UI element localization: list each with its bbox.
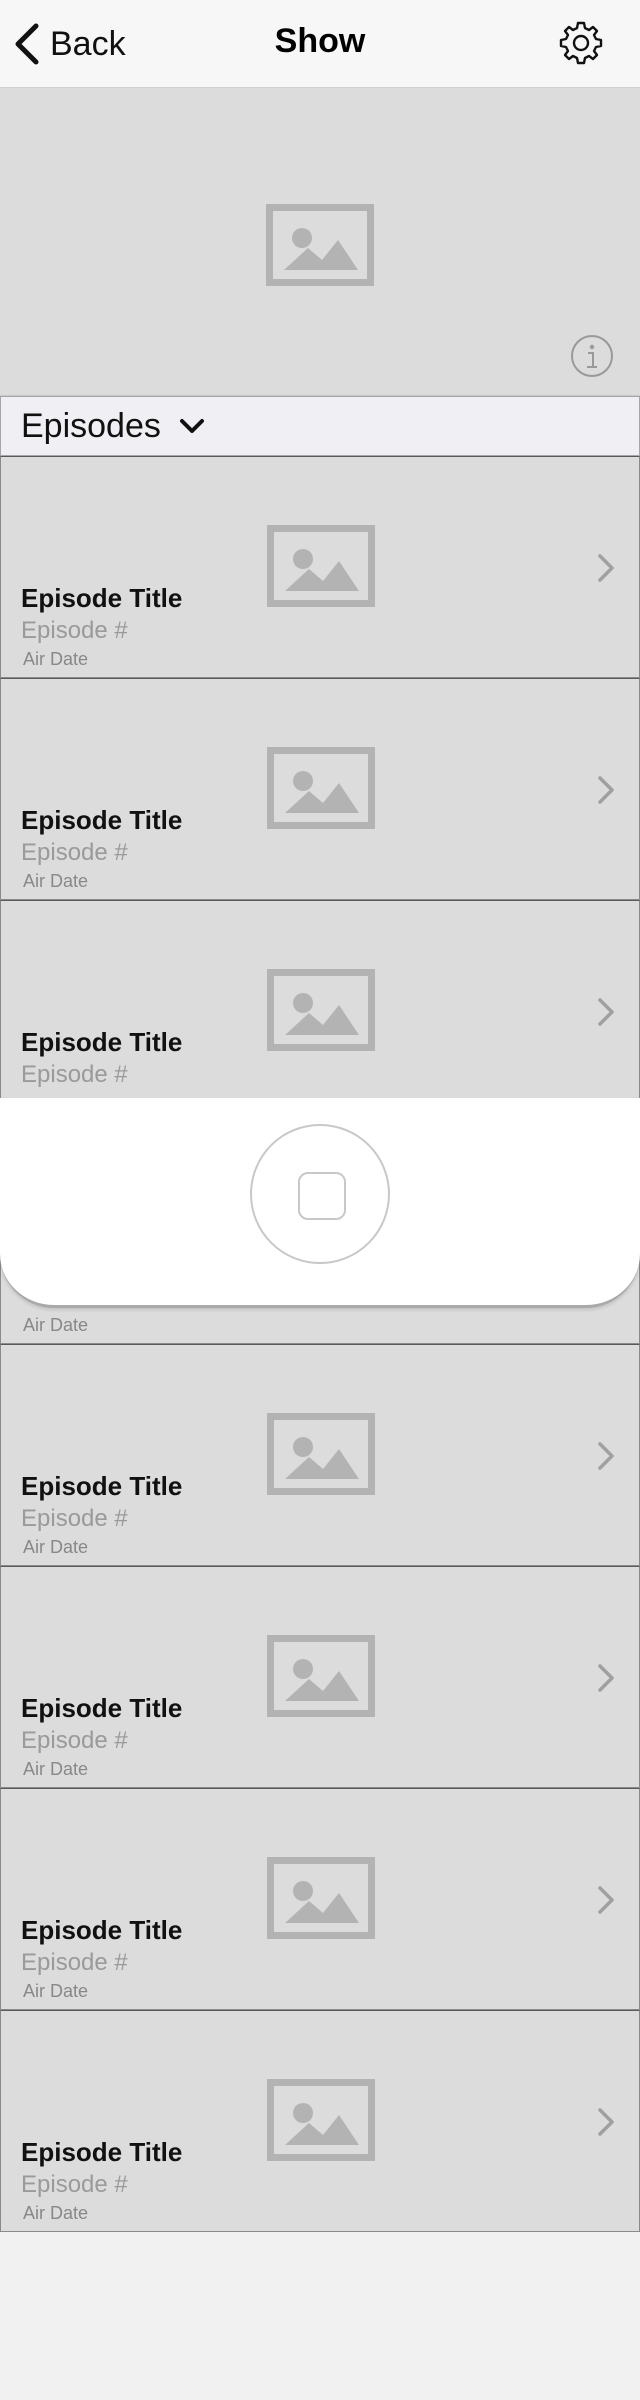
episode-number: Episode #	[21, 2171, 128, 2198]
episode-number: Episode #	[21, 1505, 128, 1532]
episode-title: Episode Title	[21, 583, 183, 613]
episode-row[interactable]: Episode Title Episode # Air Date	[0, 1344, 640, 1566]
image-placeholder-icon	[267, 2079, 375, 2161]
episode-row[interactable]: Episode Title Episode # Air Date	[0, 456, 640, 678]
episodes-dropdown[interactable]: Episodes	[0, 396, 640, 456]
chevron-right-icon	[598, 1664, 614, 1692]
episode-row[interactable]: Episode Title Episode # Air Date	[0, 1566, 640, 1788]
episode-number: Episode #	[21, 1727, 128, 1754]
episode-air-date: Air Date	[23, 1315, 89, 1335]
home-square-glyph	[298, 1172, 346, 1220]
image-placeholder-icon	[267, 1635, 375, 1717]
show-hero-image	[0, 88, 640, 396]
info-icon[interactable]	[570, 334, 614, 378]
episode-title: Episode Title	[21, 1471, 183, 1501]
home-button-icon[interactable]	[250, 1124, 390, 1264]
chevron-left-icon	[15, 23, 39, 65]
image-placeholder-icon	[267, 747, 375, 829]
episode-title: Episode Title	[21, 805, 183, 835]
episode-title: Episode Title	[21, 1693, 183, 1723]
episode-row[interactable]: Episode Title Episode #	[0, 900, 640, 1122]
episode-number: Episode #	[21, 617, 128, 644]
episode-row[interactable]: Episode Title Episode # Air Date	[0, 678, 640, 900]
back-button[interactable]: Back	[12, 18, 126, 70]
episode-air-date: Air Date	[23, 2203, 89, 2223]
episode-number: Episode #	[21, 1949, 128, 1976]
episode-title: Episode Title	[21, 1027, 183, 1057]
image-placeholder-icon	[267, 1857, 375, 1939]
section-title: Episodes	[21, 406, 161, 445]
chevron-right-icon	[598, 554, 614, 582]
chevron-right-icon	[598, 1442, 614, 1470]
chevron-right-icon	[598, 1886, 614, 1914]
image-placeholder-icon	[266, 204, 374, 286]
chevron-down-icon	[179, 419, 204, 433]
episode-number: Episode #	[21, 1061, 128, 1088]
episode-air-date: Air Date	[23, 649, 89, 669]
chevron-right-icon	[598, 2108, 614, 2136]
episode-title: Episode Title	[21, 2137, 183, 2167]
episode-air-date: Air Date	[23, 1759, 89, 1779]
image-placeholder-icon	[267, 969, 375, 1051]
episode-air-date: Air Date	[23, 1981, 89, 2001]
episode-title: Episode Title	[21, 1915, 183, 1945]
episode-air-date: Air Date	[23, 871, 89, 891]
image-placeholder-icon	[267, 525, 375, 607]
chevron-right-icon	[598, 776, 614, 804]
gear-icon[interactable]	[558, 20, 604, 66]
back-label: Back	[50, 24, 126, 63]
episode-air-date: Air Date	[23, 1537, 89, 1557]
image-placeholder-icon	[267, 1413, 375, 1495]
home-button-overlay	[0, 1098, 640, 1308]
nav-bar: Back Show	[0, 0, 640, 88]
episode-row[interactable]: Episode Title Episode # Air Date	[0, 2010, 640, 2232]
episode-row[interactable]: Episode Title Episode # Air Date	[0, 1788, 640, 2010]
chevron-right-icon	[598, 998, 614, 1026]
episode-number: Episode #	[21, 839, 128, 866]
